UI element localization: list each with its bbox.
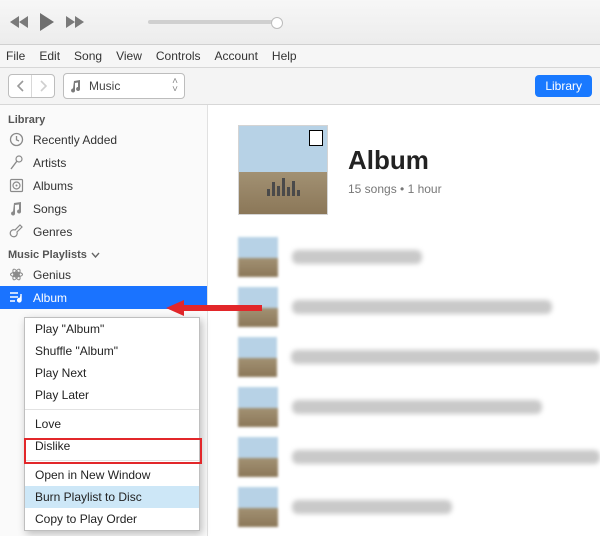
note-icon	[8, 201, 24, 217]
forward-button[interactable]	[31, 75, 54, 97]
previous-button[interactable]	[10, 15, 30, 29]
menu-item-play-next[interactable]: Play Next	[25, 362, 199, 384]
menu-bar: File Edit Song View Controls Account Help	[0, 45, 600, 68]
album-header: Album 15 songs • 1 hour	[238, 125, 600, 215]
annotation-arrow	[166, 298, 262, 318]
track-title-blur	[292, 300, 552, 314]
album-subtitle: 15 songs • 1 hour	[348, 182, 442, 196]
context-menu: Play "Album"Shuffle "Album"Play NextPlay…	[24, 317, 200, 531]
sidebar-item-recently-added[interactable]: Recently Added	[0, 128, 207, 151]
content-area: Album 15 songs • 1 hour	[208, 105, 600, 536]
menu-item-open-in-new-window[interactable]: Open in New Window	[25, 464, 199, 486]
menu-item-play-later[interactable]: Play Later	[25, 384, 199, 406]
menu-edit[interactable]: Edit	[39, 49, 60, 63]
sidebar-item-songs[interactable]: Songs	[0, 197, 207, 220]
media-picker[interactable]: Music ˄˅	[63, 73, 185, 99]
next-button[interactable]	[64, 15, 84, 29]
mic-icon	[8, 155, 24, 171]
toolbar: Music ˄˅ Library	[0, 68, 600, 105]
track-row[interactable]	[238, 337, 600, 377]
clock-icon	[8, 132, 24, 148]
sidebar-item-albums[interactable]: Albums	[0, 174, 207, 197]
guitar-icon	[8, 224, 24, 240]
playlist-item-genius[interactable]: Genius	[0, 263, 207, 286]
sidebar-item-artists[interactable]: Artists	[0, 151, 207, 174]
playlists-header[interactable]: Music Playlists	[0, 243, 207, 263]
menu-controls[interactable]: Controls	[156, 49, 201, 63]
track-row[interactable]	[238, 437, 600, 477]
track-thumb	[238, 437, 278, 477]
updown-icon: ˄˅	[172, 78, 178, 94]
menu-separator	[25, 409, 199, 410]
album-title: Album	[348, 145, 442, 176]
menu-item-shuffle-album[interactable]: Shuffle "Album"	[25, 340, 199, 362]
note-icon	[70, 80, 82, 93]
track-list	[238, 237, 600, 527]
volume-slider[interactable]	[148, 20, 278, 24]
album-art[interactable]	[238, 125, 328, 215]
menu-item-play-album[interactable]: Play "Album"	[25, 318, 199, 340]
track-thumb	[238, 387, 278, 427]
track-title-blur	[292, 400, 542, 414]
app-window: File Edit Song View Controls Account Help Musi…	[0, 0, 600, 536]
chevron-down-icon	[91, 252, 100, 258]
menu-song[interactable]: Song	[74, 49, 102, 63]
sidebar: Library Recently AddedArtistsAlbumsSongs…	[0, 105, 208, 536]
parental-advisory-icon	[309, 130, 323, 146]
menu-item-love[interactable]: Love	[25, 413, 199, 435]
track-thumb	[238, 237, 278, 277]
library-header: Library	[0, 111, 207, 128]
track-row[interactable]	[238, 287, 600, 327]
track-row[interactable]	[238, 487, 600, 527]
back-button[interactable]	[9, 75, 31, 97]
menu-help[interactable]: Help	[272, 49, 297, 63]
menu-item-copy-to-play-order[interactable]: Copy to Play Order	[25, 508, 199, 530]
track-title-blur	[292, 450, 600, 464]
menu-file[interactable]: File	[6, 49, 25, 63]
nav-back-forward	[8, 74, 55, 98]
body: Library Recently AddedArtistsAlbumsSongs…	[0, 105, 600, 536]
media-picker-label: Music	[89, 79, 120, 93]
album-icon	[8, 178, 24, 194]
menu-separator	[25, 460, 199, 461]
track-title-blur	[291, 350, 600, 364]
menu-view[interactable]: View	[116, 49, 142, 63]
menu-item-dislike[interactable]: Dislike	[25, 435, 199, 457]
playlist-icon	[8, 290, 24, 306]
track-thumb	[238, 487, 278, 527]
track-title-blur	[292, 500, 452, 514]
play-button[interactable]	[38, 12, 56, 32]
track-row[interactable]	[238, 387, 600, 427]
track-title-blur	[292, 250, 422, 264]
track-thumb	[238, 337, 277, 377]
playback-bar	[0, 0, 600, 45]
sidebar-item-genres[interactable]: Genres	[0, 220, 207, 243]
library-button[interactable]: Library	[535, 75, 592, 97]
track-row[interactable]	[238, 237, 600, 277]
menu-item-burn-playlist-to-disc[interactable]: Burn Playlist to Disc	[25, 486, 199, 508]
genius-icon	[8, 267, 24, 283]
menu-account[interactable]: Account	[215, 49, 258, 63]
